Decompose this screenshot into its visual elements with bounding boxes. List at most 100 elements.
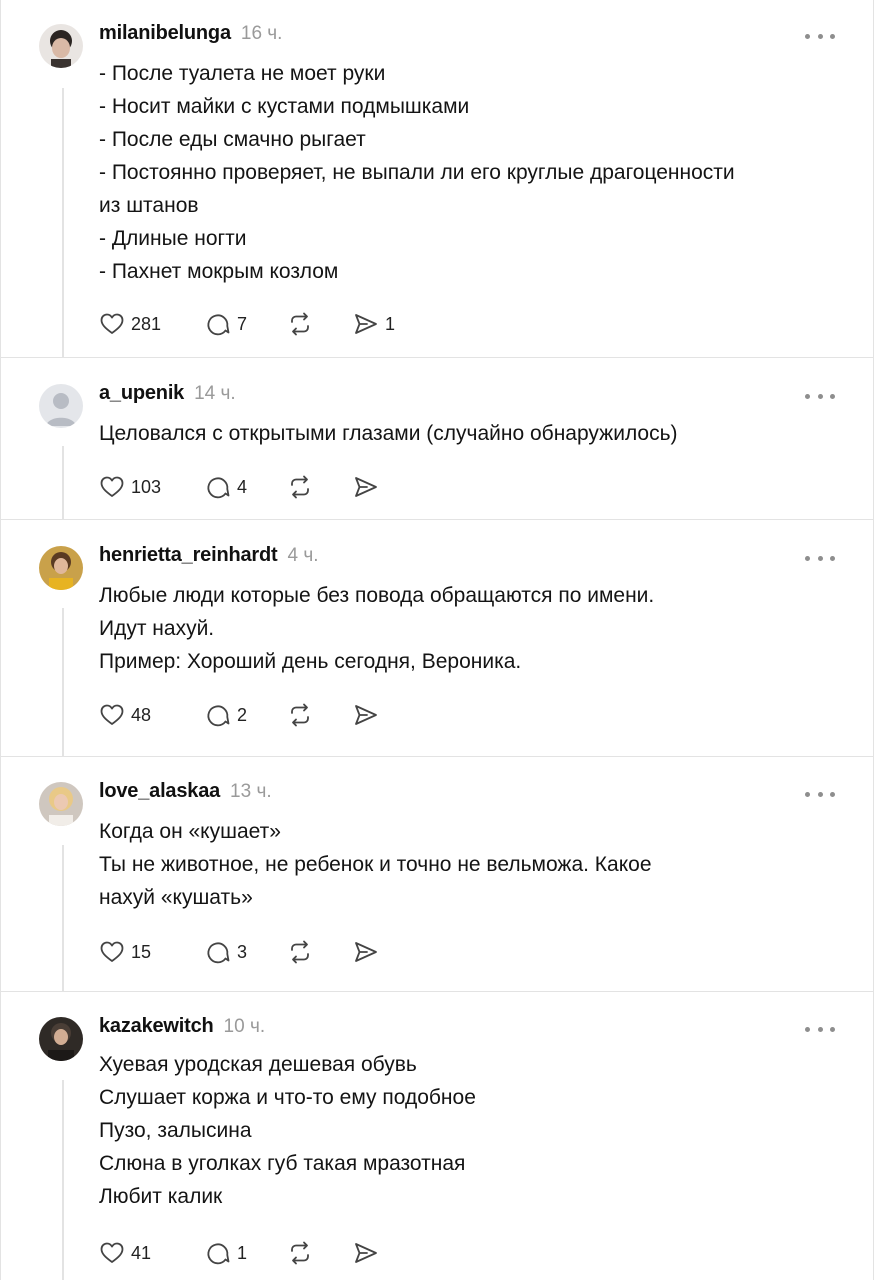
share-button[interactable]: 1 — [353, 311, 395, 337]
heart-icon — [100, 476, 124, 497]
more-icon[interactable] — [805, 789, 835, 799]
post-text-line: Хуевая уродская дешевая обувь — [99, 1053, 417, 1076]
more-icon[interactable] — [805, 31, 835, 41]
post-text: Любые люди которые без повода обращаются… — [99, 579, 839, 678]
send-icon — [355, 314, 377, 334]
post-header: milanibelunga 16 ч. — [99, 22, 282, 50]
post-text-line: Ты не животное, не ребенок и точно не ве… — [99, 853, 652, 876]
post-header: kazakewitch 10 ч. — [99, 1015, 265, 1043]
post-text-line: Любит калик — [99, 1185, 223, 1208]
repost-icon — [291, 1241, 309, 1265]
like-count: 281 — [131, 313, 162, 334]
comment-icon — [207, 314, 230, 336]
timestamp: 4 ч. — [287, 545, 319, 566]
timestamp: 16 ч. — [240, 23, 283, 44]
comment-count: 2 — [237, 704, 248, 725]
like-count: 41 — [131, 1242, 152, 1263]
repost-button[interactable] — [287, 1240, 353, 1266]
more-icon[interactable] — [805, 1024, 835, 1034]
like-button[interactable]: 41 — [99, 1240, 205, 1266]
heart-icon — [100, 941, 124, 962]
action-bar: 48 2 — [99, 700, 379, 730]
post-text-line: - Пахнет мокрым козлом — [99, 260, 339, 283]
thread-line — [62, 446, 64, 520]
repost-button[interactable] — [287, 474, 353, 500]
username[interactable]: love_alaskaa — [99, 780, 220, 803]
avatar[interactable] — [39, 384, 83, 428]
like-button[interactable]: 15 — [99, 939, 205, 965]
comment-icon — [207, 942, 230, 964]
share-button[interactable] — [353, 1240, 379, 1266]
timestamp: 10 ч. — [223, 1016, 266, 1037]
post-text-line: нахуй «кушать» — [99, 886, 253, 909]
repost-icon — [291, 475, 309, 499]
like-button[interactable]: 281 — [99, 311, 205, 337]
comment-button[interactable]: 1 — [205, 1240, 287, 1266]
send-icon — [355, 1243, 377, 1263]
share-button[interactable] — [353, 939, 379, 965]
comment-icon — [207, 705, 230, 727]
comment-count: 7 — [237, 313, 248, 334]
post-text-line: - После туалета не моет руки — [99, 62, 386, 85]
action-bar: 41 1 — [99, 1238, 379, 1268]
comment-button[interactable]: 7 — [205, 311, 287, 337]
more-icon[interactable] — [805, 553, 835, 563]
comment-icon — [207, 1243, 230, 1265]
post-text-line: Пузо, залысина — [99, 1119, 252, 1142]
post-text-line: - Носит майки с кустами подмышками — [99, 95, 470, 118]
post-text: Целовался с открытыми глазами (случайно … — [99, 417, 839, 450]
avatar[interactable] — [39, 782, 83, 826]
repost-button[interactable] — [287, 702, 353, 728]
share-count: 1 — [385, 313, 396, 334]
comment-button[interactable]: 4 — [205, 474, 287, 500]
thread-line — [62, 1080, 64, 1280]
repost-icon — [291, 312, 309, 336]
post-text-line: Слушает коржа и что-то ему подобное — [99, 1086, 476, 1109]
avatar[interactable] — [39, 24, 83, 68]
like-count: 48 — [131, 704, 152, 725]
share-button[interactable] — [353, 474, 379, 500]
action-bar: 15 3 — [99, 937, 379, 967]
post-text-line: Идут нахуй. — [99, 617, 215, 640]
more-icon[interactable] — [805, 391, 835, 401]
post-card: henrietta_reinhardt 4 ч. Любые люди кото… — [0, 520, 874, 757]
heart-icon — [100, 704, 124, 725]
post-text: Хуевая уродская дешевая обувь Слушает ко… — [99, 1048, 839, 1213]
repost-button[interactable] — [287, 311, 353, 337]
timestamp: 14 ч. — [194, 383, 236, 404]
post-text-line: из штанов — [99, 194, 199, 217]
comment-count: 1 — [237, 1242, 248, 1263]
comment-button[interactable]: 2 — [205, 702, 287, 728]
comment-button[interactable]: 3 — [205, 939, 287, 965]
post-text-line: Пример: Хороший день сегодня, Вероника. — [99, 650, 522, 673]
username[interactable]: a_upenik — [99, 382, 184, 405]
avatar[interactable] — [39, 1017, 83, 1061]
avatar[interactable] — [39, 546, 83, 590]
timestamp: 13 ч. — [230, 781, 272, 802]
username[interactable]: henrietta_reinhardt — [99, 544, 278, 567]
post-text-line: - Длиные ногти — [99, 227, 247, 250]
post-card: a_upenik 14 ч. Целовался с открытыми гла… — [0, 358, 874, 520]
post-text-line: Слюна в уголках губ такая мразотная — [99, 1152, 466, 1175]
like-count: 103 — [131, 476, 162, 497]
repost-button[interactable] — [287, 939, 353, 965]
post-header: henrietta_reinhardt 4 ч. — [99, 544, 319, 572]
post-text-line: - Постоянно проверяет, не выпали ли его … — [99, 161, 735, 184]
comment-icon — [207, 477, 230, 499]
post-text-line: Когда он «кушает» — [99, 820, 281, 843]
post-text: - После туалета не моет руки - Носит май… — [99, 57, 839, 288]
post-text-line: Любые люди которые без повода обращаются… — [99, 584, 655, 607]
send-icon — [355, 705, 377, 725]
like-button[interactable]: 48 — [99, 702, 205, 728]
post-text: Когда он «кушает» Ты не животное, не реб… — [99, 815, 839, 914]
username[interactable]: kazakewitch — [99, 1015, 214, 1038]
comment-count: 4 — [237, 476, 248, 497]
post-text-line: Целовался с открытыми глазами (случайно … — [99, 422, 678, 445]
action-bar: 281 7 1 — [99, 309, 395, 339]
username[interactable]: milanibelunga — [99, 22, 231, 45]
share-button[interactable] — [353, 702, 379, 728]
thread-line — [62, 608, 64, 757]
post-header: love_alaskaa 13 ч. — [99, 780, 272, 808]
like-button[interactable]: 103 — [99, 474, 205, 500]
like-count: 15 — [131, 941, 152, 962]
